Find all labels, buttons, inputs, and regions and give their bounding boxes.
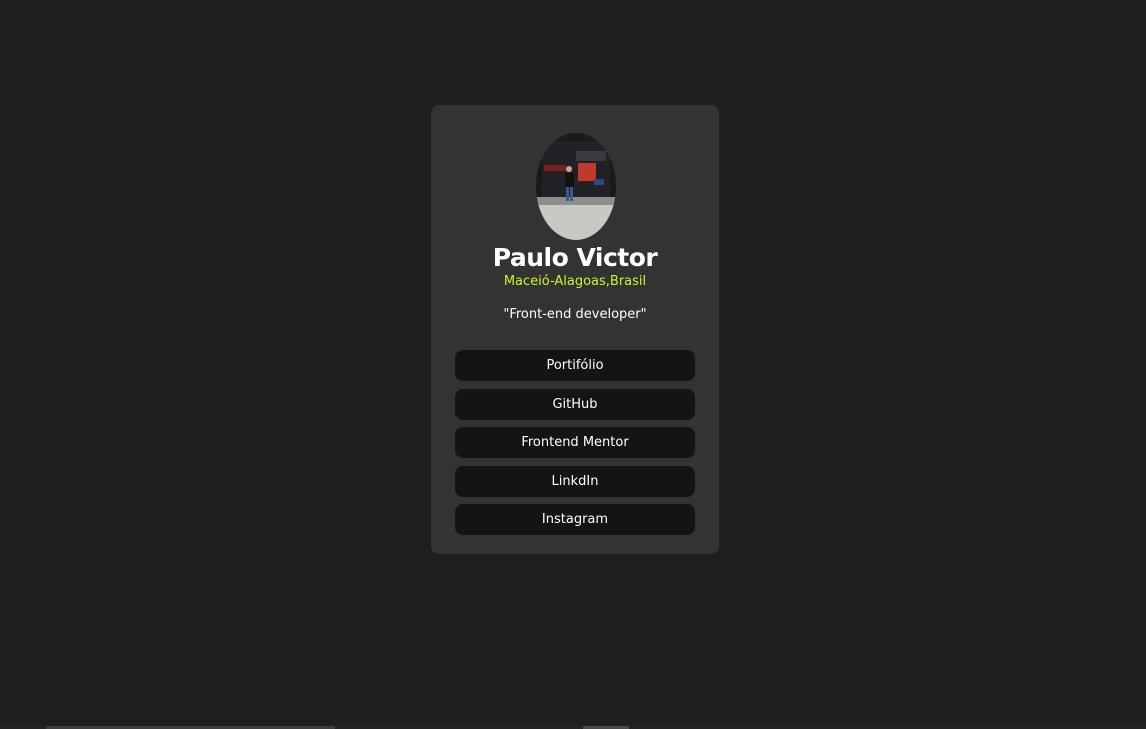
instagram-link-button[interactable]: Instagram [455, 504, 695, 535]
page: Paulo Victor Maceió-Alagoas,Brasil "Fron… [0, 0, 1146, 729]
github-link-button[interactable]: GitHub [455, 388, 695, 420]
profile-location: Maceió-Alagoas,Brasil [503, 274, 647, 289]
profile-card: Paulo Victor Maceió-Alagoas,Brasil "Fron… [431, 105, 719, 554]
profile-bio: "Front-end developer" [503, 307, 647, 322]
profile-name: Paulo Victor [492, 243, 658, 272]
avatar [536, 133, 616, 240]
frontend-mentor-link-button[interactable]: Frontend Mentor [455, 427, 695, 458]
portfolio-link-button[interactable]: Portifólio [455, 350, 695, 381]
avatar-photo [536, 133, 616, 240]
linkedin-link-button[interactable]: LinkdIn [455, 465, 695, 497]
links-list: Portifólio GitHub Frontend Mentor LinkdI… [455, 350, 695, 543]
